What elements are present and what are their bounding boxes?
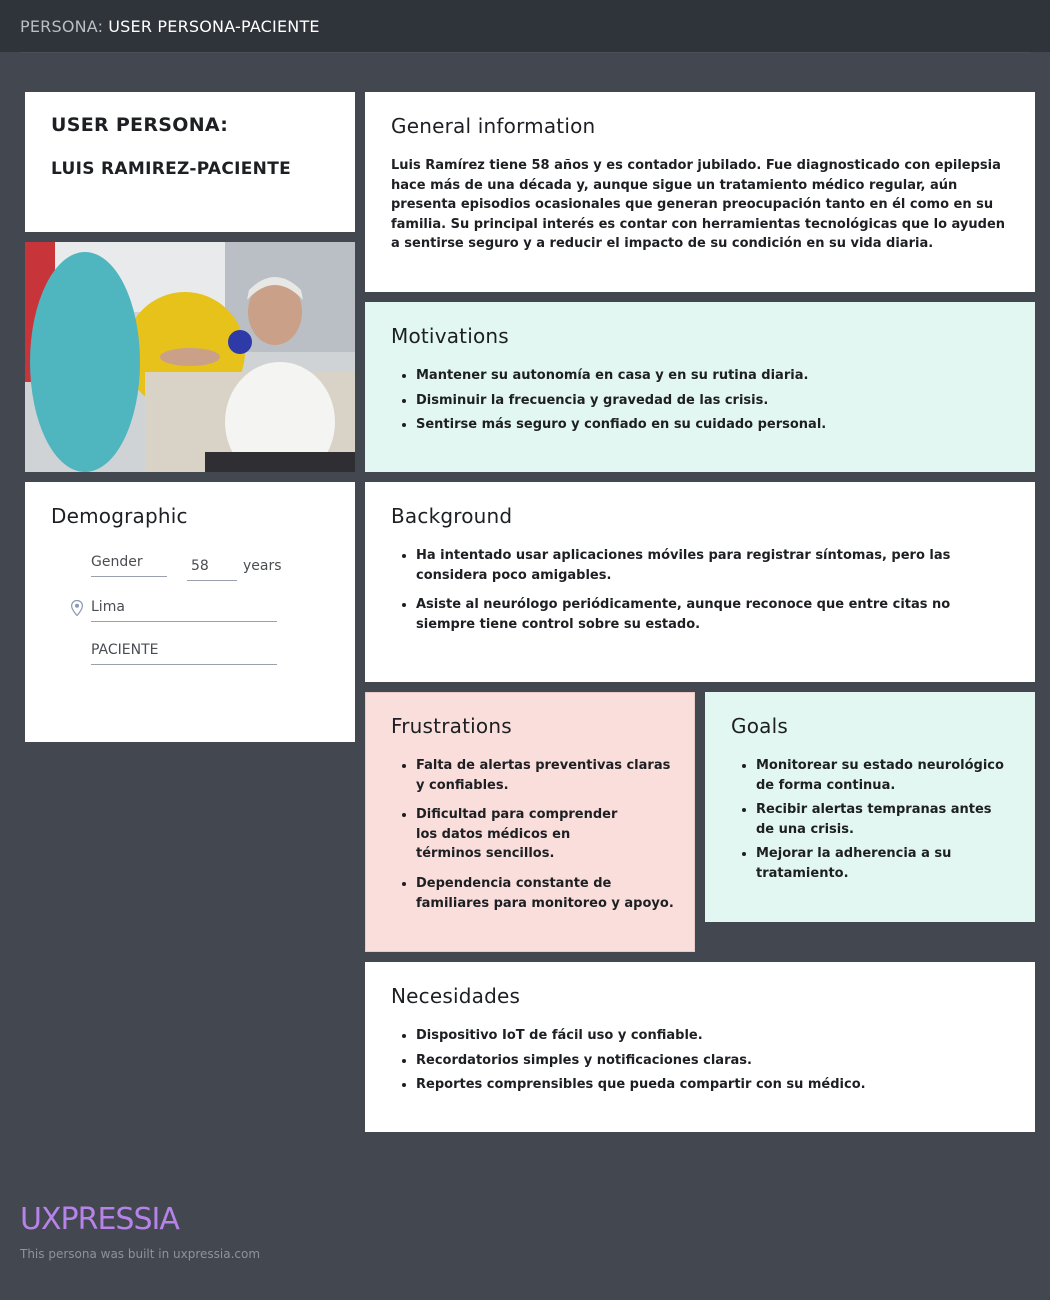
background-card: Background Ha intentado usar aplicacione… <box>365 482 1035 682</box>
list-item: Dispositivo IoT de fácil uso y confiable… <box>416 1026 1009 1046</box>
motivations-list: Mantener su autonomía en casa y en su ru… <box>391 366 1009 440</box>
needs-title: Necesidades <box>391 984 521 1008</box>
list-item: Recibir alertas tempranas antes de una c… <box>756 800 1007 839</box>
persona-photo-illustration <box>25 242 355 472</box>
frustrations-list: Falta de alertas preventivas claras y co… <box>391 756 674 923</box>
frustrations-card: Frustrations Falta de alertas preventiva… <box>365 692 695 952</box>
background-list: Ha intentado usar aplicaciones móviles p… <box>391 546 995 644</box>
frustrations-title: Frustrations <box>391 714 512 738</box>
list-item: Mantener su autonomía en casa y en su ru… <box>416 366 1009 386</box>
location-field[interactable]: Lima <box>91 599 277 622</box>
list-item: Dependencia constante de familiares para… <box>416 874 674 913</box>
list-item: Reportes comprensibles que pueda compart… <box>416 1075 1009 1095</box>
age-field[interactable]: 58 <box>187 558 237 581</box>
footer-note: This persona was built in uxpressia.com <box>20 1247 261 1261</box>
list-item: Sentirse más seguro y confiado en su cui… <box>416 415 1009 435</box>
age-unit: years <box>243 558 282 574</box>
demographic-title: Demographic <box>51 504 188 528</box>
background-title: Background <box>391 504 513 528</box>
general-information-title: General information <box>391 114 596 138</box>
general-information-text: Luis Ramírez tiene 58 años y es contador… <box>391 158 1006 252</box>
motivations-card: Motivations Mantener su autonomía en cas… <box>365 302 1035 472</box>
needs-list: Dispositivo IoT de fácil uso y confiable… <box>391 1026 1009 1100</box>
list-item: Asiste al neurólogo periódicamente, aunq… <box>416 595 995 634</box>
map-pin-icon <box>71 600 83 616</box>
list-item: Monitorear su estado neurológico de form… <box>756 756 1007 795</box>
page-title: USER PERSONA-PACIENTE <box>108 16 320 36</box>
top-bar: PERSONA: USER PERSONA-PACIENTE <box>0 0 1050 53</box>
persona-photo <box>25 242 355 472</box>
header-prefix: PERSONA: <box>20 16 104 36</box>
persona-title-card: USER PERSONA: LUIS RAMIREZ-PACIENTE <box>25 92 355 232</box>
occupation-field[interactable]: PACIENTE <box>91 642 277 665</box>
gender-field[interactable]: Gender <box>91 554 167 577</box>
goals-list: Monitorear su estado neurológico de form… <box>731 756 1007 889</box>
persona-label: USER PERSONA: <box>51 114 229 136</box>
list-item: Mejorar la adherencia a su tratamiento. <box>756 844 1007 883</box>
list-item: Falta de alertas preventivas claras y co… <box>416 756 674 795</box>
list-item: Disminuir la frecuencia y gravedad de la… <box>416 391 1009 411</box>
list-item: Ha intentado usar aplicaciones móviles p… <box>416 546 995 585</box>
goals-card: Goals Monitorear su estado neurológico d… <box>705 692 1035 922</box>
persona-name: LUIS RAMIREZ-PACIENTE <box>51 159 291 179</box>
goals-title: Goals <box>731 714 788 738</box>
uxpressia-logo[interactable]: UXPRESSIA <box>20 1202 180 1237</box>
needs-card: Necesidades Dispositivo IoT de fácil uso… <box>365 962 1035 1132</box>
list-item: Recordatorios simples y notificaciones c… <box>416 1051 1009 1071</box>
motivations-title: Motivations <box>391 324 509 348</box>
list-item: Dificultad para comprender los datos méd… <box>416 805 674 864</box>
demographic-card: Demographic Gender 58 years Lima PACIENT… <box>25 482 355 742</box>
general-information-card: General information Luis Ramírez tiene 5… <box>365 92 1035 292</box>
